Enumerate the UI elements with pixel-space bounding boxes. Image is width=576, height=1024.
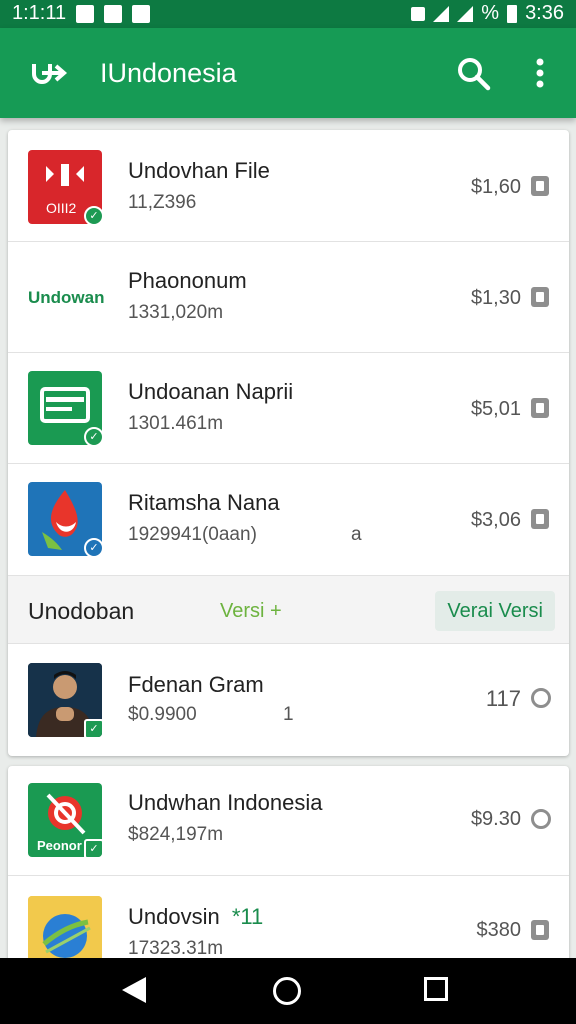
app-icon-photo: ✓ bbox=[28, 663, 102, 737]
app-icon-blue: ✓ bbox=[28, 482, 104, 558]
list-item[interactable]: Undovsin *11 17323.31m $380 bbox=[8, 876, 569, 966]
shopping-bag-icon[interactable] bbox=[531, 920, 549, 940]
app-price: $5,01 bbox=[470, 398, 521, 420]
app-icon-text: Undowan bbox=[28, 260, 105, 334]
app-price: $3,06 bbox=[470, 509, 521, 531]
install-icon[interactable] bbox=[531, 809, 551, 829]
shopping-bag-icon[interactable] bbox=[531, 176, 549, 196]
status-right: % 3:36 bbox=[411, 2, 564, 25]
app-name: Fdenan Gram bbox=[128, 672, 264, 697]
shopping-bag-icon[interactable] bbox=[531, 287, 549, 307]
status-time-right: 3:36 bbox=[525, 2, 564, 24]
navigation-bar bbox=[0, 958, 576, 1024]
app-size-extra: 1 bbox=[283, 704, 294, 725]
nav-home-icon[interactable] bbox=[273, 977, 301, 1005]
list-item[interactable]: ✓ Undoanan Naprii 1301.461m $5,01 bbox=[8, 353, 569, 464]
app-size: 11,Z396 bbox=[128, 192, 197, 213]
list-item[interactable]: ✓ Fdenan Gram $0.9900 1 117 bbox=[8, 644, 569, 756]
app-price: $1,60 bbox=[470, 176, 521, 198]
verified-badge-icon: ✓ bbox=[84, 206, 104, 226]
app-list-card: OIII2 ✓ Undovhan File 11,Z396 $1,60 Undo… bbox=[8, 130, 569, 756]
app-name-extra: *11 bbox=[231, 904, 264, 929]
more-options-icon[interactable] bbox=[526, 56, 554, 92]
app-icon-yellow bbox=[28, 896, 102, 966]
app-name: Undoanan Naprii bbox=[128, 379, 294, 404]
shopping-bag-icon[interactable] bbox=[531, 509, 549, 529]
app-name: Undovsin *11 bbox=[128, 904, 263, 930]
app-list-card: Peonor ✓ Undwhan Indonesia $824,197m $9.… bbox=[8, 766, 569, 966]
app-size: 1331,020m bbox=[128, 302, 224, 323]
app-size: $0.9900 bbox=[128, 704, 197, 725]
list-item[interactable]: ✓ Ritamsha Nana 1929941(0aan) a $3,06 bbox=[8, 464, 569, 576]
app-name: Ritamsha Nana bbox=[128, 490, 280, 515]
app-price: $1,30 bbox=[470, 287, 521, 309]
app-size: 17323.31m bbox=[128, 938, 224, 959]
signal-icon bbox=[457, 5, 474, 22]
versi-button[interactable]: Verai Versi bbox=[435, 591, 555, 631]
app-size: 1301.461m bbox=[128, 413, 224, 434]
install-icon[interactable] bbox=[531, 688, 551, 708]
edit-notification-icon bbox=[132, 4, 151, 23]
list-item[interactable]: Peonor ✓ Undwhan Indonesia $824,197m $9.… bbox=[8, 766, 569, 876]
list-item[interactable]: Undowan Phaononum 1331,020m $1,30 bbox=[8, 242, 569, 353]
globe-icon bbox=[28, 896, 102, 966]
app-bar: IUndonesia bbox=[0, 28, 576, 118]
back-arrow-icon[interactable] bbox=[28, 56, 68, 90]
app-icon-green: ✓ bbox=[28, 371, 104, 447]
app-icon-red: OIII2 ✓ bbox=[28, 150, 104, 226]
app-icon-green-red: Peonor ✓ bbox=[28, 783, 102, 857]
verified-badge-icon: ✓ bbox=[84, 839, 102, 857]
app-icon-label: Undowan bbox=[28, 288, 105, 307]
shopping-bag-icon[interactable] bbox=[531, 398, 549, 418]
battery-percent: % bbox=[481, 2, 500, 24]
gallery-notification-icon bbox=[76, 4, 95, 23]
versi-link[interactable]: Versi + bbox=[220, 600, 282, 623]
app-name-text: Undovsin bbox=[128, 904, 220, 929]
status-bar: 1:1:11 % 3:36 bbox=[0, 0, 576, 28]
nav-back-icon[interactable] bbox=[122, 977, 146, 1003]
search-icon[interactable] bbox=[456, 56, 492, 92]
app-price: 117 bbox=[485, 686, 521, 711]
app-price: $9.30 bbox=[470, 808, 521, 830]
vibrate-icon bbox=[411, 6, 426, 21]
nav-recents-icon[interactable] bbox=[424, 977, 448, 1001]
app-name: Undovhan File bbox=[128, 158, 270, 183]
app-price: $380 bbox=[476, 919, 522, 941]
verified-badge-icon: ✓ bbox=[84, 719, 102, 737]
wifi-icon bbox=[433, 5, 450, 22]
app-name: Phaononum bbox=[128, 268, 247, 293]
app-size: 1929941(0aan) bbox=[128, 524, 257, 545]
list-item[interactable]: OIII2 ✓ Undovhan File 11,Z396 $1,60 bbox=[8, 130, 569, 242]
app-icon-label: Peonor bbox=[37, 838, 82, 853]
app-size: $824,197m bbox=[128, 824, 224, 845]
verified-badge-icon: ✓ bbox=[84, 538, 104, 558]
battery-icon bbox=[507, 4, 518, 23]
app-size-extra: a bbox=[351, 524, 362, 545]
verified-badge-icon: ✓ bbox=[84, 427, 104, 447]
status-left: 1:1:11 bbox=[12, 2, 151, 25]
download-notification-icon bbox=[104, 4, 123, 23]
section-header: Unodoban Versi + Verai Versi bbox=[8, 576, 569, 644]
section-title: Unodoban bbox=[28, 598, 135, 624]
app-bar-title: IUndonesia bbox=[100, 58, 237, 88]
app-icon-label: OIII2 bbox=[46, 200, 77, 216]
status-time-left: 1:1:11 bbox=[12, 2, 67, 24]
app-name: Undwhan Indonesia bbox=[128, 790, 323, 815]
